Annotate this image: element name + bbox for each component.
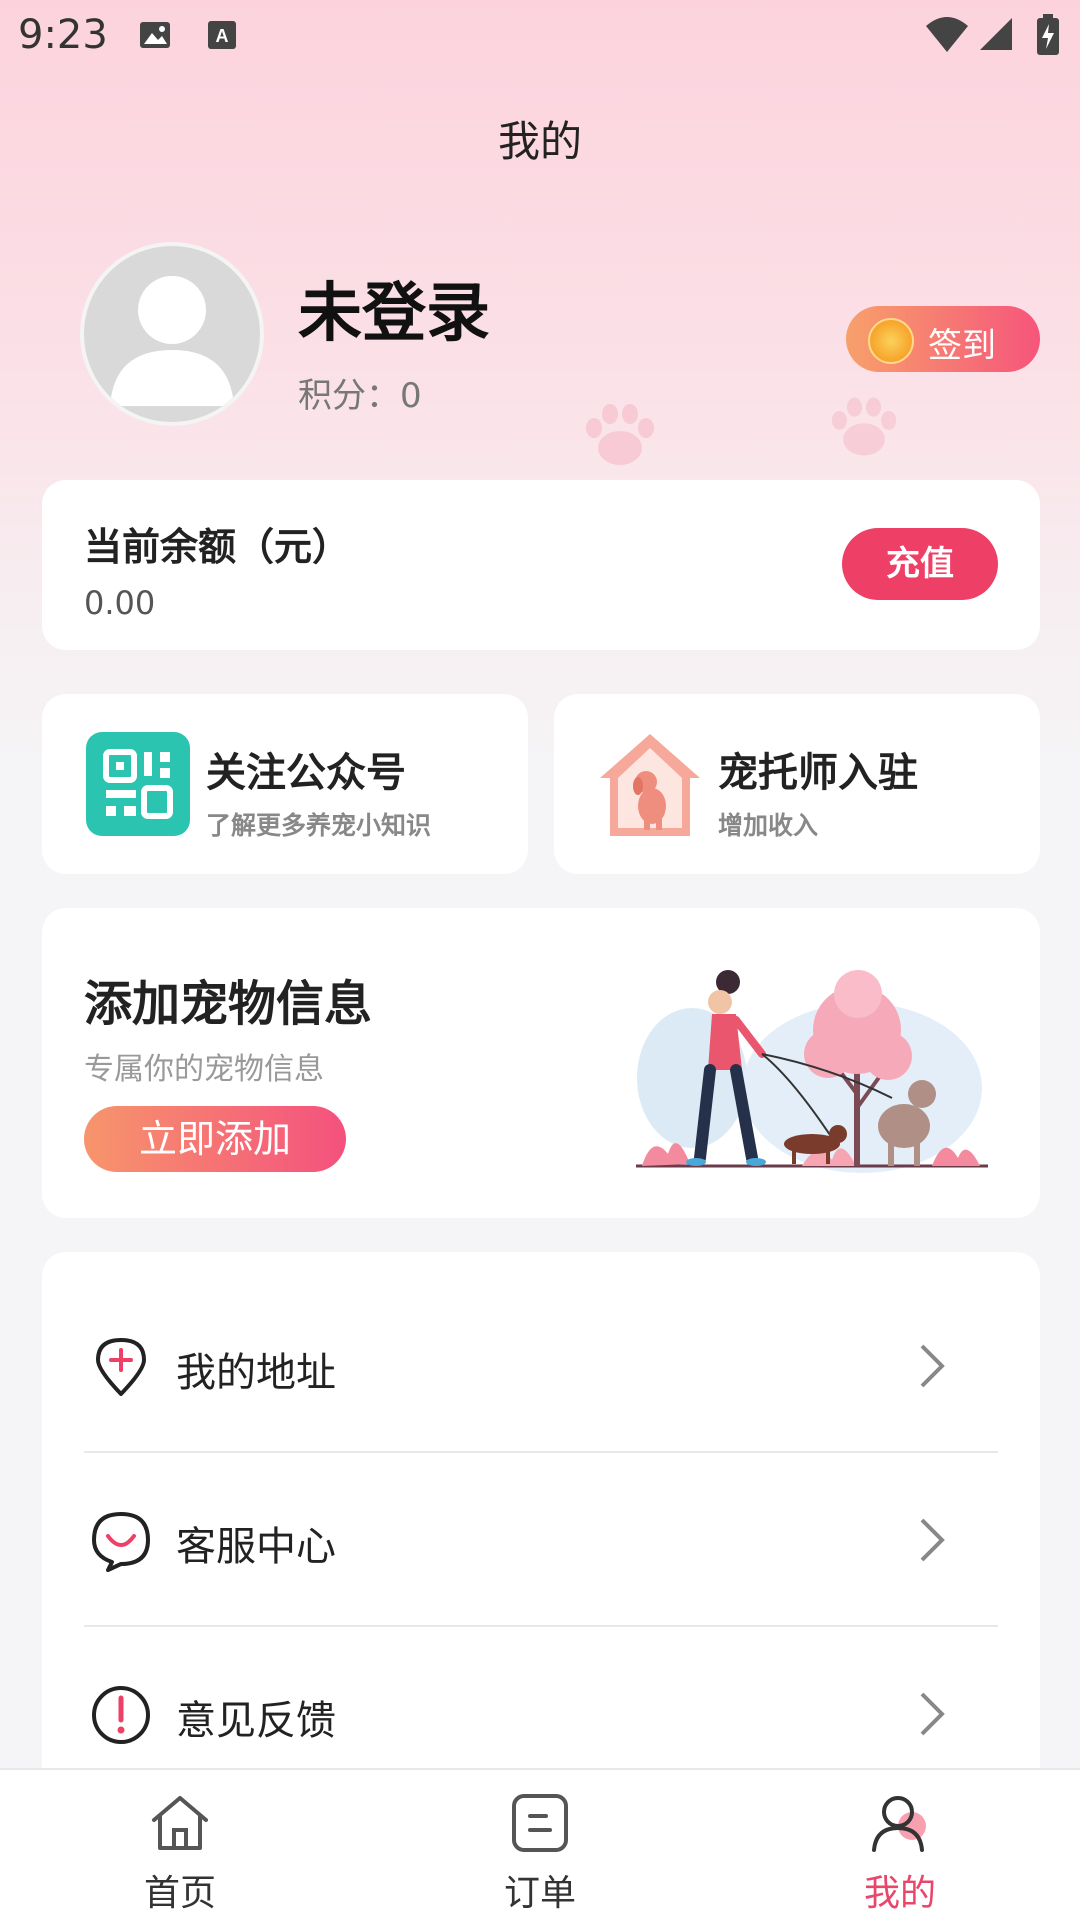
tab-label: 订单 <box>503 1873 576 1914</box>
text-notification-icon: A <box>208 21 236 49</box>
tab-home[interactable]: 首页 <box>80 1770 280 1922</box>
gallery-icon <box>140 22 170 48</box>
chat-bubble-icon <box>92 1512 150 1572</box>
svg-text:A: A <box>216 26 229 46</box>
menu-item-label: 我的地址 <box>176 1350 336 1396</box>
follow-account-title: 关注公众号 <box>206 750 406 796</box>
checkin-button[interactable]: 签到 <box>846 306 1040 372</box>
tab-label: 我的 <box>863 1873 936 1914</box>
menu-item-address[interactable]: 我的地址 <box>42 1278 956 1452</box>
menu-item-customer-service[interactable]: 客服中心 <box>42 1452 956 1626</box>
follow-account-subtitle: 了解更多养宠小知识 <box>206 811 432 840</box>
dog-walking-illustration <box>636 970 988 1173</box>
pet-sitter-join-card[interactable]: 宠托师入驻 增加收入 <box>554 694 1040 874</box>
recharge-button[interactable]: 充值 <box>842 528 998 600</box>
username[interactable]: 未登录 <box>298 262 490 354</box>
status-time: 9:23 <box>18 12 108 58</box>
pet-house-icon <box>600 734 700 836</box>
chevron-right-icon <box>920 1692 945 1736</box>
qr-code-icon <box>86 732 190 836</box>
paw-print-icon <box>586 404 654 465</box>
points-display: 积分：0 <box>298 368 422 417</box>
avatar[interactable] <box>80 242 264 426</box>
balance-card: 当前余额（元） 0.00 充值 <box>42 480 1040 650</box>
default-avatar-icon <box>110 276 234 406</box>
chevron-right-icon <box>920 1518 945 1562</box>
wifi-icon <box>926 17 968 52</box>
tab-profile[interactable]: 我的 <box>800 1770 1000 1922</box>
checkin-label: 签到 <box>928 326 996 366</box>
menu-item-label: 客服中心 <box>176 1524 336 1570</box>
pet-sitter-join-subtitle: 增加收入 <box>718 811 819 840</box>
location-pin-icon <box>96 1338 146 1396</box>
menu-item-label: 意见反馈 <box>176 1698 336 1744</box>
status-bar: 9:23 A <box>0 0 1080 72</box>
points-value: 0 <box>400 376 422 416</box>
order-icon <box>512 1794 568 1852</box>
paw-print-icon <box>831 397 897 456</box>
menu-item-feedback[interactable]: 意见反馈 <box>42 1626 956 1768</box>
add-pet-banner: 添加宠物信息 专属你的宠物信息 立即添加 <box>42 908 1040 1218</box>
battery-icon <box>1037 14 1059 55</box>
coin-icon <box>868 318 914 364</box>
exclamation-icon <box>92 1686 150 1744</box>
page-title: 我的 <box>497 117 582 166</box>
follow-account-card[interactable]: 关注公众号 了解更多养宠小知识 <box>42 694 528 874</box>
bottom-tab-bar: 首页 订单 我的 <box>0 1768 1080 1922</box>
pet-sitter-join-title: 宠托师入驻 <box>718 750 918 796</box>
balance-title: 当前余额（元） <box>84 525 351 569</box>
chevron-right-icon <box>920 1344 945 1388</box>
tab-label: 首页 <box>143 1873 216 1914</box>
points-label: 积分： <box>298 376 400 416</box>
tab-orders[interactable]: 订单 <box>440 1770 640 1922</box>
add-pet-subtitle: 专属你的宠物信息 <box>84 1052 324 1087</box>
add-pet-button[interactable]: 立即添加 <box>84 1106 346 1172</box>
home-icon <box>152 1796 208 1850</box>
profile-icon <box>872 1796 926 1852</box>
balance-value: 0.00 <box>84 584 156 622</box>
signal-icon <box>980 18 1012 50</box>
add-pet-title: 添加宠物信息 <box>84 976 373 1032</box>
